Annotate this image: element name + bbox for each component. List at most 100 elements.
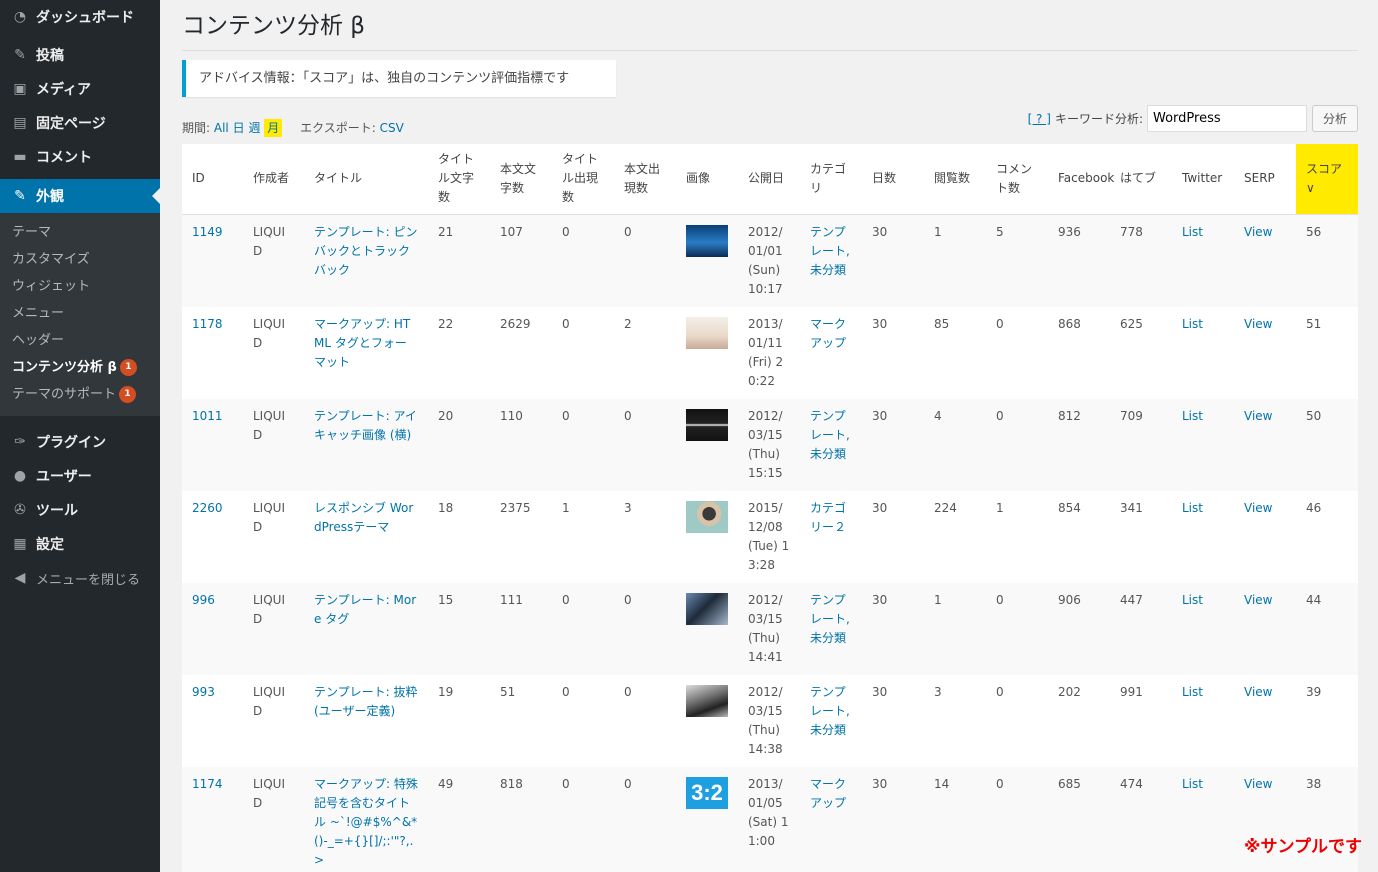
period-link[interactable]: All — [214, 121, 229, 135]
cell-twitter: List — [1172, 675, 1234, 767]
menu-dashboard[interactable]: ◔ ダッシュボード — [0, 0, 160, 34]
column-header[interactable]: 公開日 — [738, 144, 800, 215]
keyword-input[interactable] — [1146, 105, 1307, 132]
column-header[interactable]: タイトル出現数 — [552, 144, 614, 215]
cell-cat: カテゴリー２ — [800, 491, 862, 583]
serp-link[interactable]: View — [1244, 685, 1272, 699]
title-link[interactable]: テンプレート: ピンバックとトラックバック — [314, 225, 418, 277]
cell-hatebu: 447 — [1110, 582, 1172, 675]
column-header[interactable]: ID — [182, 144, 243, 215]
bcnt-value: 0 — [624, 408, 632, 423]
column-header[interactable]: 作成者 — [243, 144, 304, 215]
serp-link[interactable]: View — [1244, 317, 1272, 331]
cell-twitter: List — [1172, 766, 1234, 872]
submenu-item[interactable]: ヘッダー — [0, 327, 160, 354]
analyze-button[interactable]: 分析 — [1311, 105, 1358, 132]
id-link[interactable]: 1149 — [192, 225, 223, 239]
serp-link[interactable]: View — [1244, 409, 1272, 423]
serp-link[interactable]: View — [1244, 777, 1272, 791]
cell-thumb — [676, 214, 738, 307]
serp-link[interactable]: View — [1244, 501, 1272, 515]
cat-link[interactable]: テンプレート,未分類 — [810, 225, 850, 277]
cell-twitter: List — [1172, 491, 1234, 583]
menu-appearance[interactable]: ✎ 外観 — [0, 179, 160, 213]
submenu-item[interactable]: メニュー — [0, 300, 160, 327]
period-link[interactable]: 週 — [248, 121, 260, 135]
menu-tool[interactable]: ✇ ツール — [0, 493, 160, 527]
cell-tcnt: 0 — [552, 307, 614, 399]
collapse-menu-button[interactable]: ◀ メニューを閉じる — [0, 561, 160, 595]
period-link[interactable]: 月 — [264, 119, 283, 137]
column-header[interactable]: スコア∨ — [1296, 144, 1358, 215]
submenu-item[interactable]: テーマのサポート 1 — [0, 381, 160, 408]
cat-link[interactable]: カテゴリー２ — [810, 501, 846, 534]
column-header[interactable]: Facebook — [1048, 144, 1114, 215]
twitter-link[interactable]: List — [1182, 409, 1203, 423]
menu-user[interactable]: ● ユーザー — [0, 459, 160, 493]
cell-title: テンプレート: More タグ — [304, 582, 428, 675]
period-link[interactable]: 日 — [233, 121, 245, 135]
column-header[interactable]: タイトル — [304, 144, 428, 215]
author-value: LIQUID — [253, 316, 285, 350]
column-header[interactable]: Twitter — [1172, 144, 1234, 215]
cat-link[interactable]: テンプレート,未分類 — [810, 685, 850, 737]
cell-views: 3 — [924, 675, 986, 767]
submenu-item[interactable]: ウィジェット — [0, 273, 160, 300]
title-link[interactable]: マークアップ: 特殊記号を含むタイトル ~`!@#$%^&*()-_=+{}[]… — [314, 777, 418, 867]
column-header[interactable]: 本文文字数 — [490, 144, 552, 215]
column-header[interactable]: コメント数 — [986, 144, 1048, 215]
menu-media[interactable]: ▣ メディア — [0, 72, 160, 106]
twitter-link[interactable]: List — [1182, 225, 1203, 239]
column-header[interactable]: 閲覧数 — [924, 144, 986, 215]
title-link[interactable]: テンプレート: アイキャッチ画像 (横) — [314, 409, 417, 442]
help-link[interactable]: [ ? ] — [1028, 112, 1051, 126]
id-link[interactable]: 1174 — [192, 777, 223, 791]
title-link[interactable]: テンプレート: 抜粋 (ユーザー定義) — [314, 685, 418, 718]
twitter-link[interactable]: List — [1182, 777, 1203, 791]
twitter-link[interactable]: List — [1182, 317, 1203, 331]
serp-link[interactable]: View — [1244, 593, 1272, 607]
id-link[interactable]: 1011 — [192, 409, 223, 423]
title-link[interactable]: レスポンシブ WordPressテーマ — [314, 501, 413, 534]
tcnt-value: 0 — [562, 408, 570, 423]
cell-thumb — [676, 675, 738, 767]
cell-comments: 5 — [986, 214, 1048, 307]
cell-hatebu: 778 — [1110, 214, 1172, 307]
id-link[interactable]: 1178 — [192, 317, 223, 331]
column-header[interactable]: 画像 — [676, 144, 738, 215]
column-header[interactable]: カテゴリ — [800, 144, 862, 215]
pin-icon: ✎ — [14, 47, 26, 63]
id-link[interactable]: 996 — [192, 593, 215, 607]
column-header[interactable]: タイトル文字数 — [428, 144, 490, 215]
submenu-item[interactable]: テーマ — [0, 219, 160, 246]
submenu-item[interactable]: コンテンツ分析 β1 — [0, 354, 160, 381]
tlen-value: 49 — [438, 776, 454, 791]
cat-link[interactable]: マークアップ — [810, 317, 846, 350]
column-header[interactable]: はてブ — [1110, 144, 1172, 215]
title-link[interactable]: テンプレート: More タグ — [314, 593, 416, 626]
serp-link[interactable]: View — [1244, 225, 1272, 239]
submenu-item[interactable]: カスタマイズ — [0, 246, 160, 273]
menu-pin[interactable]: ✎ 投稿 — [0, 38, 160, 72]
export-csv-link[interactable]: CSV — [380, 121, 404, 135]
menu-comment[interactable]: ▬ コメント — [0, 140, 160, 174]
cat-link[interactable]: テンプレート,未分類 — [810, 409, 850, 461]
twitter-link[interactable]: List — [1182, 593, 1203, 607]
menu-page[interactable]: ▤ 固定ページ — [0, 106, 160, 140]
column-header[interactable]: 本文出現数 — [614, 144, 676, 215]
cell-id: 996 — [182, 582, 243, 675]
title-link[interactable]: マークアップ: HTML タグとフォーマット — [314, 317, 410, 369]
cat-link[interactable]: マークアップ — [810, 777, 846, 810]
id-link[interactable]: 993 — [192, 685, 215, 699]
author-value: LIQUID — [253, 684, 285, 718]
score-value: 46 — [1306, 500, 1322, 515]
twitter-link[interactable]: List — [1182, 685, 1203, 699]
menu-settings[interactable]: ▦ 設定 — [0, 527, 160, 561]
cat-link[interactable]: テンプレート,未分類 — [810, 593, 850, 645]
update-badge: 1 — [119, 359, 137, 376]
menu-plugin[interactable]: ✑ プラグイン — [0, 425, 160, 459]
column-header[interactable]: SERP — [1234, 144, 1296, 215]
id-link[interactable]: 2260 — [192, 501, 223, 515]
column-header[interactable]: 日数 — [862, 144, 924, 215]
twitter-link[interactable]: List — [1182, 501, 1203, 515]
